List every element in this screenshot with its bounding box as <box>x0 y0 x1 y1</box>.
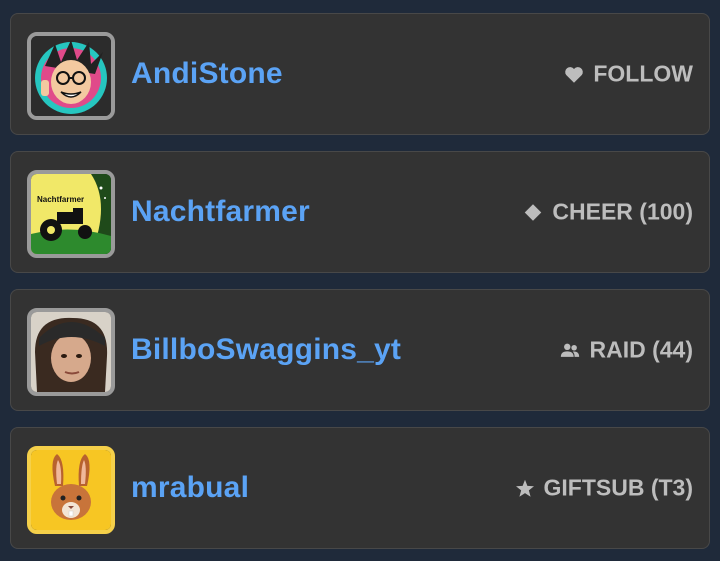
avatar-image <box>31 36 111 116</box>
event-card-giftsub: mrabual GIFTSUB (T3) <box>10 427 710 549</box>
avatar-text: Nachtfarmer <box>37 195 84 204</box>
avatar <box>27 308 115 396</box>
star-icon <box>514 477 536 499</box>
username: mrabual <box>131 471 250 504</box>
heart-icon <box>563 63 585 85</box>
avatar: Nachtfarmer <box>27 170 115 258</box>
avatar <box>27 446 115 534</box>
event-card-cheer: Nachtfarmer Nachtfarmer CHEER (100) <box>10 151 710 273</box>
event-card-raid: BillboSwaggins_yt RAID (44) <box>10 289 710 411</box>
username: AndiStone <box>131 57 283 90</box>
event-card-follow: AndiStone FOLLOW <box>10 13 710 135</box>
avatar-image <box>31 312 111 392</box>
event-type: FOLLOW <box>563 61 693 88</box>
event-feed: AndiStone FOLLOW Nachtfarmer Nachtfarmer… <box>0 0 720 561</box>
event-label: RAID (44) <box>589 336 693 363</box>
avatar-image <box>31 450 111 530</box>
event-type: RAID (44) <box>559 337 693 364</box>
event-label: CHEER (100) <box>552 198 693 225</box>
event-label: FOLLOW <box>593 60 693 87</box>
event-label: GIFTSUB (T3) <box>543 474 694 501</box>
username: BillboSwaggins_yt <box>131 333 402 366</box>
diamond-icon <box>522 201 544 223</box>
username: Nachtfarmer <box>131 195 310 228</box>
users-icon <box>559 339 581 361</box>
event-type: CHEER (100) <box>522 199 693 226</box>
event-type: GIFTSUB (T3) <box>514 474 694 502</box>
avatar-image: Nachtfarmer <box>31 174 111 254</box>
avatar <box>27 32 115 120</box>
